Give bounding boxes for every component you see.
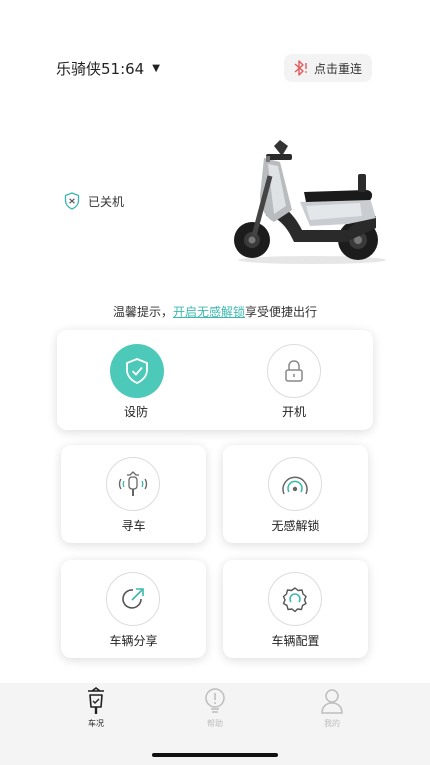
nav-item-mine[interactable]: 我的 <box>302 687 362 729</box>
lightbulb-icon <box>205 688 225 713</box>
gear-icon <box>282 587 307 613</box>
arm-button[interactable]: 设防 <box>57 330 215 430</box>
bluetooth-disconnected-icon <box>294 60 307 76</box>
arm-label: 设防 <box>123 405 148 419</box>
keyless-unlock-label: 无感解锁 <box>271 519 320 533</box>
find-vehicle-circle <box>106 457 160 511</box>
tip-text: 温馨提示，开启无感解锁享受便捷出行 <box>0 303 430 320</box>
keyless-unlock-circle <box>268 457 322 511</box>
keyless-unlock-card[interactable]: 无感解锁 <box>223 445 368 543</box>
vehicle-config-label: 车辆配置 <box>271 634 320 648</box>
lock-icon <box>285 360 303 382</box>
power-on-button[interactable]: 开机 <box>215 330 373 430</box>
shield-check-icon <box>126 358 148 384</box>
nav-label-help: 帮助 <box>207 719 223 728</box>
scooter-image <box>234 140 386 264</box>
power-status-text: 已关机 <box>88 194 125 209</box>
find-vehicle-label: 寻车 <box>121 519 146 533</box>
main-controls-card: 设防 开机 <box>57 330 373 430</box>
vehicle-config-circle <box>268 572 322 626</box>
scooter-status-icon <box>88 687 104 714</box>
arm-circle <box>110 344 164 398</box>
nav-label-mine: 我的 <box>324 719 340 728</box>
keyless-unlock-link[interactable]: 开启无感解锁 <box>173 305 245 319</box>
power-circle <box>267 344 321 398</box>
power-label: 开机 <box>281 405 306 419</box>
find-vehicle-card[interactable]: 寻车 <box>61 445 206 543</box>
tip-suffix: 享受便捷出行 <box>245 305 318 319</box>
power-status: 已关机 <box>64 192 124 210</box>
tip-prefix: 温馨提示， <box>112 305 173 319</box>
find-vehicle-icon <box>118 471 148 496</box>
vehicle-share-card[interactable]: 车辆分享 <box>61 560 206 658</box>
nav-item-vehicle-status[interactable]: 车况 <box>66 687 126 729</box>
home-indicator <box>152 753 278 757</box>
reconnect-button[interactable]: 点击重连 <box>283 54 372 82</box>
caret-down-icon: ▼ <box>152 63 160 74</box>
signal-icon <box>282 476 308 495</box>
share-icon <box>122 588 144 609</box>
header: 乐骑侠51:64 ▼ 点击重连 <box>0 52 430 84</box>
vehicle-selector[interactable]: 乐骑侠51:64 ▼ <box>56 58 160 79</box>
vehicle-share-label: 车辆分享 <box>109 634 158 648</box>
reconnect-label: 点击重连 <box>313 61 362 76</box>
vehicle-config-card[interactable]: 车辆配置 <box>223 560 368 658</box>
nav-label-vehicle-status: 车况 <box>88 719 104 728</box>
shield-x-icon <box>64 192 80 210</box>
user-icon <box>321 689 343 714</box>
vehicle-share-circle <box>106 572 160 626</box>
vehicle-name: 乐骑侠51:64 <box>56 60 145 78</box>
nav-item-help[interactable]: 帮助 <box>185 687 245 729</box>
